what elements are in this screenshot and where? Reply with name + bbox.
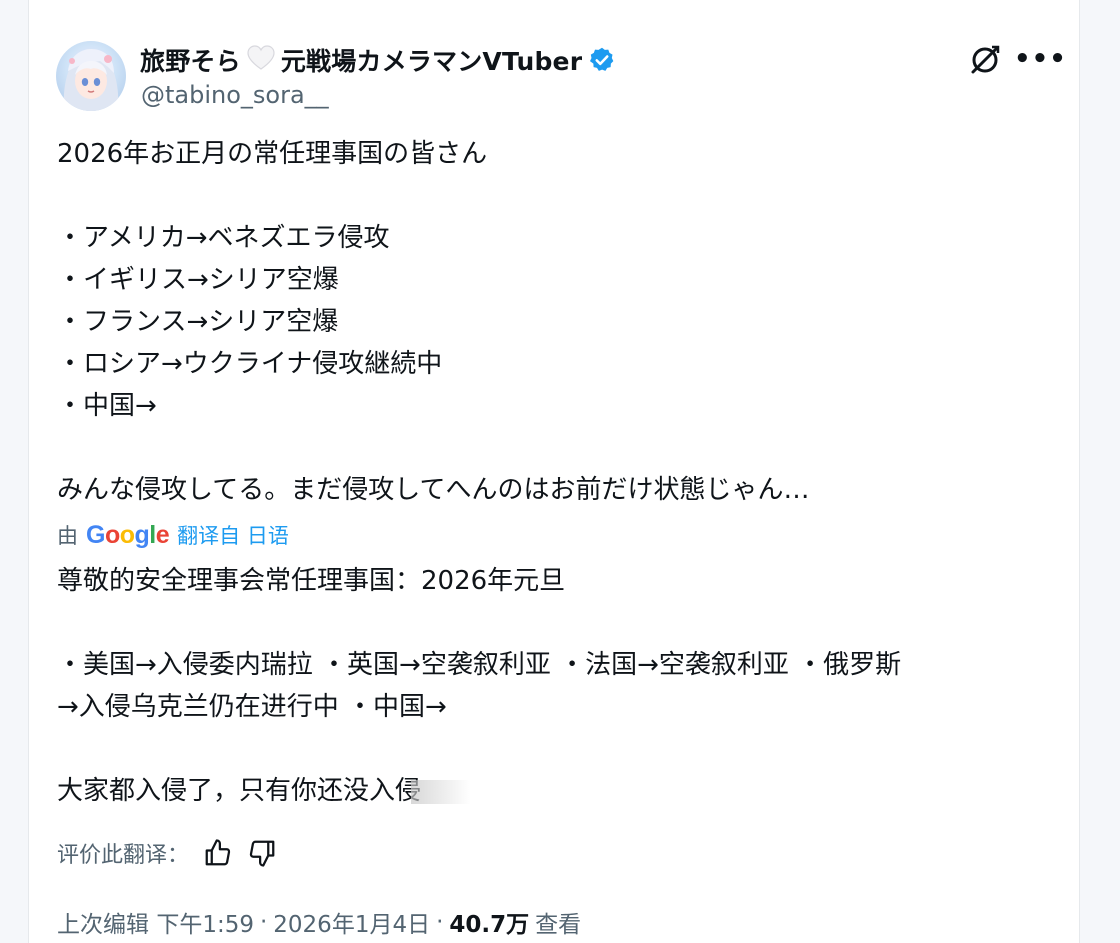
thumbs-up-icon[interactable] — [203, 838, 233, 868]
google-logo: Google — [86, 520, 170, 549]
avatar[interactable] — [56, 41, 126, 111]
tweet-line: ・ロシア→ウクライナ侵攻継続中 — [57, 349, 443, 379]
tweet-line: みんな侵攻してる。まだ侵攻してへんのはお前だけ状態じゃん… — [57, 475, 810, 505]
translated-line: ・美国→入侵委内瑞拉 ・英国→空袭叙利亚 ・法国→空袭叙利亚 ・俄罗斯 — [57, 650, 902, 680]
grok-icon[interactable] — [968, 43, 1002, 77]
translated-text: 尊敬的安全理事会常任理事国：2026年元旦 ・美国→入侵委内瑞拉 ・英国→空袭叙… — [57, 560, 1057, 812]
separator: · — [436, 909, 444, 935]
translated-from-link[interactable]: 翻译自 日语 — [177, 520, 289, 550]
more-options-icon[interactable]: ••• — [1014, 44, 1066, 74]
edited-label[interactable]: 上次编辑 — [57, 905, 149, 939]
author-handle[interactable]: @tabino_sora__ — [141, 81, 329, 109]
translated-line-last: 大家都入侵了，只有你还没入侵 — [57, 770, 1057, 812]
white-heart-icon — [247, 45, 275, 75]
tweet-line: ・イギリス→シリア空爆 — [57, 265, 339, 295]
translated-line: →入侵乌克兰仍在进行中 ・中国→ — [57, 692, 447, 722]
tweet-meta: 上次编辑 下午1:59 · 2026年1月4日 · 40.7万 查看 — [57, 903, 581, 941]
author-name-part2[interactable]: 元戦場カメラマンVTuber — [281, 42, 582, 78]
views-label: 查看 — [535, 912, 582, 938]
rate-translation-label: 评价此翻译： — [57, 843, 190, 868]
tweet-line: ・アメリカ→ベネズエラ侵攻 — [57, 223, 390, 253]
tweet-text: 2026年お正月の常任理事国の皆さん ・アメリカ→ベネズエラ侵攻 ・イギリス→シ… — [57, 133, 1047, 511]
thumbs-down-icon[interactable] — [247, 838, 277, 868]
translated-line: 大家都入侵了，只有你还没入侵 — [57, 776, 422, 806]
translated-line: 尊敬的安全理事会常任理事国：2026年元旦 — [57, 566, 566, 596]
separator: · — [259, 909, 268, 935]
tweet-date[interactable]: 2026年1月4日 — [273, 905, 430, 939]
author-name-row[interactable]: 旅野そら 元戦場カメラマンVTuber — [140, 40, 616, 80]
tweet-line: ・中国→ — [57, 391, 157, 421]
fade-overlay — [411, 779, 472, 804]
tweet-line: 2026年お正月の常任理事国の皆さん — [57, 139, 488, 169]
author-name-part1[interactable]: 旅野そら — [140, 42, 241, 78]
rate-translation-row: 评价此翻译： — [57, 833, 277, 873]
translated-by-bar: 由 Google 翻译自 日语 — [57, 518, 289, 552]
view-count: 40.7万 — [449, 912, 530, 938]
translated-by-prefix: 由 — [57, 524, 78, 548]
tweet-line: ・フランス→シリア空爆 — [57, 307, 339, 337]
verified-badge-icon — [588, 46, 616, 74]
tweet-time[interactable]: 下午1:59 — [156, 905, 254, 939]
